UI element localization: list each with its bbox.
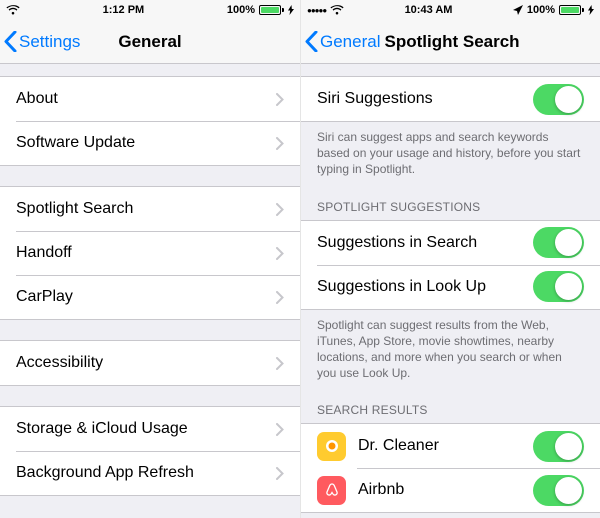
toggle-suggestions-in-lookup[interactable] bbox=[533, 271, 584, 302]
chevron-right-icon bbox=[276, 291, 284, 304]
chevron-right-icon bbox=[276, 423, 284, 436]
wifi-icon bbox=[6, 5, 20, 15]
row-label: Spotlight Search bbox=[16, 200, 276, 218]
row-siri-suggestions: Siri Suggestions bbox=[301, 77, 600, 121]
row-dr-cleaner: Dr. Cleaner bbox=[301, 424, 600, 468]
charging-icon bbox=[588, 5, 594, 15]
status-bar: ●●●●● 10:43 AM 100% bbox=[301, 0, 600, 20]
row-handoff[interactable]: Handoff bbox=[0, 231, 300, 275]
scroll-main[interactable]: About Software Update Spotlight Search H… bbox=[0, 64, 300, 518]
chevron-right-icon bbox=[276, 203, 284, 216]
back-button[interactable]: General bbox=[301, 31, 380, 52]
toggle-siri-suggestions[interactable] bbox=[533, 84, 584, 115]
row-accessibility[interactable]: Accessibility bbox=[0, 341, 300, 385]
chevron-right-icon bbox=[276, 247, 284, 260]
row-label: Dr. Cleaner bbox=[358, 437, 533, 455]
row-storage-icloud[interactable]: Storage & iCloud Usage bbox=[0, 407, 300, 451]
battery-icon bbox=[559, 5, 584, 15]
chevron-right-icon bbox=[276, 357, 284, 370]
status-bar: 1:12 PM 100% bbox=[0, 0, 300, 20]
section-footer: Siri can suggest apps and search keyword… bbox=[301, 122, 600, 182]
row-label: Suggestions in Search bbox=[317, 234, 533, 252]
right-phone: ●●●●● 10:43 AM 100% General Spotlight Se… bbox=[300, 0, 600, 518]
chevron-right-icon bbox=[276, 137, 284, 150]
toggle-dr-cleaner[interactable] bbox=[533, 431, 584, 462]
chevron-right-icon bbox=[276, 467, 284, 480]
chevron-right-icon bbox=[276, 93, 284, 106]
row-suggestions-in-lookup: Suggestions in Look Up bbox=[301, 265, 600, 309]
chevron-left-icon bbox=[305, 31, 318, 52]
row-label: Suggestions in Look Up bbox=[317, 278, 533, 296]
back-label: General bbox=[320, 32, 380, 52]
back-label: Settings bbox=[19, 32, 80, 52]
toggle-suggestions-in-search[interactable] bbox=[533, 227, 584, 258]
status-battery-pct: 100% bbox=[527, 4, 555, 16]
row-label: Airbnb bbox=[358, 481, 533, 499]
battery-icon bbox=[259, 5, 284, 15]
nav-title: Spotlight Search bbox=[384, 32, 519, 52]
row-label: Storage & iCloud Usage bbox=[16, 420, 276, 438]
signal-icon: ●●●●● bbox=[307, 6, 326, 15]
row-suggestions-in-search: Suggestions in Search bbox=[301, 221, 600, 265]
row-label: About bbox=[16, 90, 276, 108]
row-label: Handoff bbox=[16, 244, 276, 262]
charging-icon bbox=[288, 5, 294, 15]
row-background-app-refresh[interactable]: Background App Refresh bbox=[0, 451, 300, 495]
nav-bar: General Spotlight Search bbox=[301, 20, 600, 64]
section-footer: Spotlight can suggest results from the W… bbox=[301, 310, 600, 386]
chevron-left-icon bbox=[4, 31, 17, 52]
app-icon-airbnb bbox=[317, 476, 346, 505]
row-software-update[interactable]: Software Update bbox=[0, 121, 300, 165]
wifi-icon bbox=[330, 5, 344, 15]
status-time: 10:43 AM bbox=[405, 4, 453, 16]
nav-bar: Settings General bbox=[0, 20, 300, 64]
row-carplay[interactable]: CarPlay bbox=[0, 275, 300, 319]
toggle-airbnb[interactable] bbox=[533, 475, 584, 506]
scroll-main[interactable]: Siri Suggestions Siri can suggest apps a… bbox=[301, 64, 600, 518]
location-icon bbox=[513, 5, 523, 15]
row-label: Software Update bbox=[16, 134, 276, 152]
section-header: SEARCH RESULTS bbox=[301, 397, 600, 423]
row-label: Siri Suggestions bbox=[317, 90, 533, 108]
app-icon-dr-cleaner bbox=[317, 432, 346, 461]
row-label: Background App Refresh bbox=[16, 464, 276, 482]
status-time: 1:12 PM bbox=[103, 4, 145, 16]
row-label: Accessibility bbox=[16, 354, 276, 372]
section-header: SPOTLIGHT SUGGESTIONS bbox=[301, 194, 600, 220]
row-about[interactable]: About bbox=[0, 77, 300, 121]
back-button[interactable]: Settings bbox=[0, 31, 80, 52]
status-battery-pct: 100% bbox=[227, 4, 255, 16]
row-label: CarPlay bbox=[16, 288, 276, 306]
left-phone: 1:12 PM 100% Settings General About Soft… bbox=[0, 0, 300, 518]
row-airbnb: Airbnb bbox=[301, 468, 600, 512]
row-spotlight-search[interactable]: Spotlight Search bbox=[0, 187, 300, 231]
